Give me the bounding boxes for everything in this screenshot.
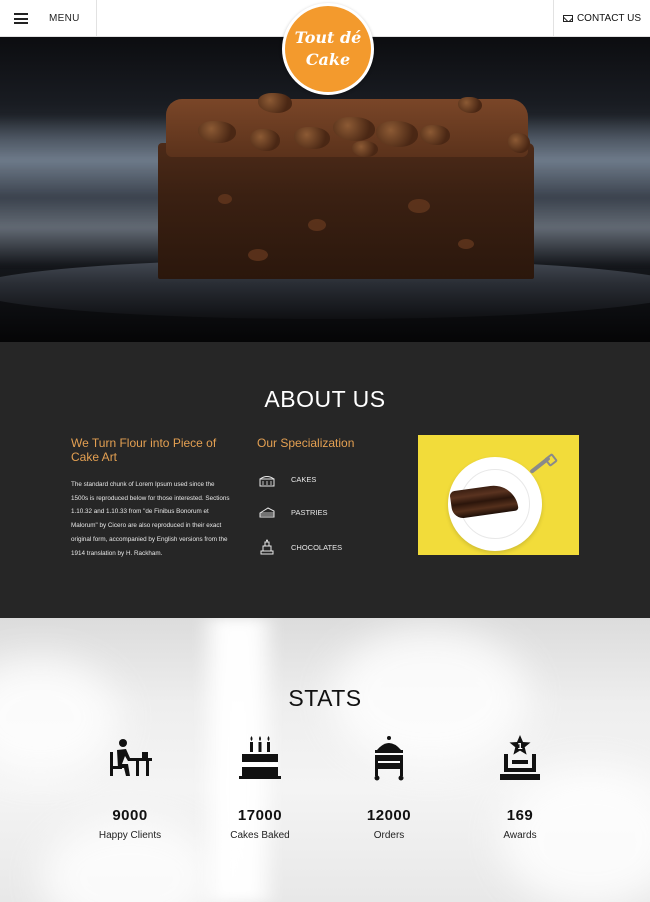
- happy-client-icon: [110, 739, 152, 776]
- specialization-item-pastries: PASTRIES: [258, 503, 328, 521]
- about-us-title: ABOUT US: [264, 386, 386, 412]
- menu-button[interactable]: MENU: [0, 0, 97, 37]
- stat-number: 9000: [112, 807, 148, 824]
- specialization-item-chocolates: CHOCOLATES: [258, 538, 342, 556]
- specialization-label: CHOCOLATES: [291, 542, 343, 552]
- brownie-image: [158, 93, 534, 279]
- order-cart-icon: [374, 736, 404, 781]
- logo-text-line1: Tout dé: [294, 28, 362, 47]
- stat-label: Awards: [503, 830, 537, 841]
- stat-awards: 1 169 Awards: [450, 734, 590, 841]
- stats-section: STATS 9000 Happy Clients 17000 Cakes Bak…: [0, 618, 650, 902]
- svg-text:1: 1: [517, 742, 523, 751]
- brand-logo[interactable]: Tout dé Cake: [282, 3, 374, 95]
- stat-orders: 12000 Orders: [319, 734, 459, 841]
- contact-us-button[interactable]: CONTACT US: [553, 0, 650, 37]
- stats-title: STATS: [288, 685, 362, 711]
- stat-label: Cakes Baked: [230, 830, 290, 841]
- stat-label: Happy Clients: [98, 830, 162, 841]
- stat-label: Orders: [373, 830, 405, 841]
- specialization-item-cakes: CAKES: [258, 470, 316, 488]
- menu-label: MENU: [49, 13, 80, 24]
- specialization-heading: Our Specialization: [257, 436, 355, 450]
- chocolate-icon: [260, 539, 274, 555]
- logo-text-line2: Cake: [305, 50, 351, 69]
- cake-slice-photo: [418, 435, 579, 555]
- envelope-icon: [562, 15, 573, 22]
- about-heading: We Turn Flour into Piece of Cake Art: [71, 436, 217, 464]
- pastry-icon: [259, 507, 275, 518]
- birthday-cake-icon: [239, 736, 281, 779]
- contact-us-label: CONTACT US: [576, 13, 642, 24]
- about-us-section: ABOUT US We Turn Flour into Piece of Cak…: [0, 342, 650, 618]
- stat-number: 169: [506, 807, 534, 824]
- award-icon: 1: [500, 735, 540, 780]
- cake-icon: [259, 476, 275, 487]
- hamburger-icon: [14, 13, 28, 24]
- stat-cakes-baked: 17000 Cakes Baked: [190, 734, 330, 841]
- specialization-label: CAKES: [291, 474, 317, 484]
- specialization-label: PASTRIES: [291, 507, 328, 517]
- stat-number: 12000: [366, 807, 412, 824]
- stat-number: 17000: [237, 807, 283, 824]
- about-description: The standard chunk of Lorem Ipsum used s…: [71, 481, 230, 557]
- stat-happy-clients: 9000 Happy Clients: [60, 734, 200, 841]
